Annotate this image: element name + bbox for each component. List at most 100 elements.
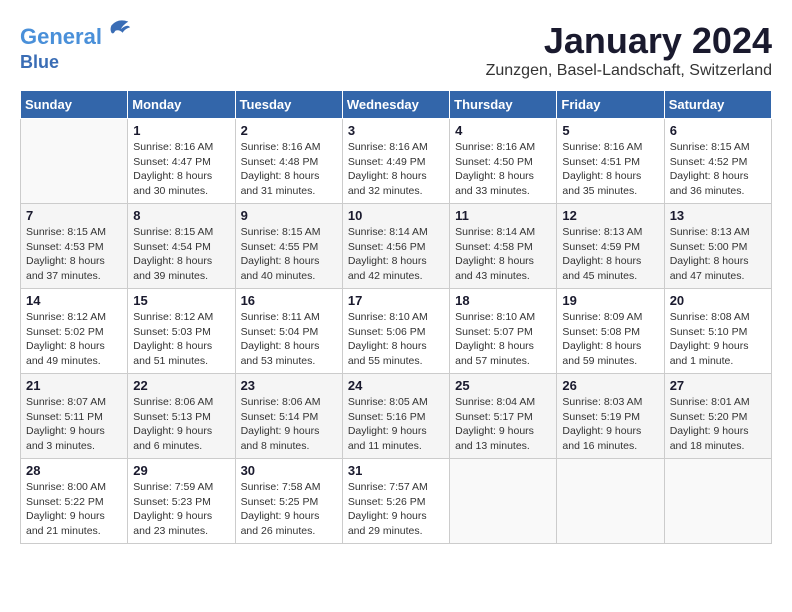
day-info: Sunrise: 8:06 AM Sunset: 5:14 PM Dayligh… bbox=[241, 395, 337, 454]
day-number: 30 bbox=[241, 463, 337, 478]
header-cell-friday: Friday bbox=[557, 91, 664, 119]
header-cell-monday: Monday bbox=[128, 91, 235, 119]
header-cell-sunday: Sunday bbox=[21, 91, 128, 119]
day-info: Sunrise: 8:01 AM Sunset: 5:20 PM Dayligh… bbox=[670, 395, 766, 454]
day-number: 26 bbox=[562, 378, 658, 393]
day-info: Sunrise: 8:09 AM Sunset: 5:08 PM Dayligh… bbox=[562, 310, 658, 369]
day-cell: 7 Sunrise: 8:15 AM Sunset: 4:53 PM Daylig… bbox=[21, 204, 128, 289]
day-number: 19 bbox=[562, 293, 658, 308]
week-row-2: 7 Sunrise: 8:15 AM Sunset: 4:53 PM Daylig… bbox=[21, 204, 772, 289]
day-number: 22 bbox=[133, 378, 229, 393]
day-cell: 13Sunrise: 8:13 AM Sunset: 5:00 PM Dayli… bbox=[664, 204, 771, 289]
day-cell: 17 Sunrise: 8:10 AM Sunset: 5:06 PM Dayli… bbox=[342, 289, 449, 374]
day-number: 31 bbox=[348, 463, 444, 478]
day-cell: 9Sunrise: 8:15 AM Sunset: 4:55 PM Daylig… bbox=[235, 204, 342, 289]
day-cell bbox=[664, 459, 771, 544]
day-info: Sunrise: 8:03 AM Sunset: 5:19 PM Dayligh… bbox=[562, 395, 658, 454]
day-number: 1 bbox=[133, 123, 229, 138]
day-number: 5 bbox=[562, 123, 658, 138]
calendar-body: 1 Sunrise: 8:16 AM Sunset: 4:47 PM Daylig… bbox=[21, 119, 772, 544]
day-info: Sunrise: 8:15 AM Sunset: 4:52 PM Dayligh… bbox=[670, 140, 766, 199]
day-cell: 14 Sunrise: 8:12 AM Sunset: 5:02 PM Dayli… bbox=[21, 289, 128, 374]
day-info: Sunrise: 8:10 AM Sunset: 5:06 PM Dayligh… bbox=[348, 310, 444, 369]
day-info: Sunrise: 8:15 AM Sunset: 4:54 PM Dayligh… bbox=[133, 225, 229, 284]
day-cell: 25 Sunrise: 8:04 AM Sunset: 5:17 PM Dayli… bbox=[450, 374, 557, 459]
day-number: 17 bbox=[348, 293, 444, 308]
day-info: Sunrise: 8:08 AM Sunset: 5:10 PM Dayligh… bbox=[670, 310, 766, 369]
calendar-header: SundayMondayTuesdayWednesdayThursdayFrid… bbox=[21, 91, 772, 119]
day-number: 25 bbox=[455, 378, 551, 393]
day-number: 21 bbox=[26, 378, 122, 393]
day-info: Sunrise: 8:04 AM Sunset: 5:17 PM Dayligh… bbox=[455, 395, 551, 454]
day-info: Sunrise: 7:59 AM Sunset: 5:23 PM Dayligh… bbox=[133, 480, 229, 539]
day-cell: 12Sunrise: 8:13 AM Sunset: 4:59 PM Dayli… bbox=[557, 204, 664, 289]
day-number: 20 bbox=[670, 293, 766, 308]
day-number: 18 bbox=[455, 293, 551, 308]
day-info: Sunrise: 8:12 AM Sunset: 5:02 PM Dayligh… bbox=[26, 310, 122, 369]
logo-text: General Blue bbox=[20, 20, 132, 73]
day-info: Sunrise: 8:15 AM Sunset: 4:55 PM Dayligh… bbox=[241, 225, 337, 284]
day-info: Sunrise: 8:11 AM Sunset: 5:04 PM Dayligh… bbox=[241, 310, 337, 369]
day-info: Sunrise: 8:16 AM Sunset: 4:49 PM Dayligh… bbox=[348, 140, 444, 199]
header-cell-thursday: Thursday bbox=[450, 91, 557, 119]
bird-icon bbox=[104, 16, 132, 44]
day-info: Sunrise: 7:57 AM Sunset: 5:26 PM Dayligh… bbox=[348, 480, 444, 539]
day-number: 11 bbox=[455, 208, 551, 223]
day-number: 8 bbox=[133, 208, 229, 223]
day-info: Sunrise: 7:58 AM Sunset: 5:25 PM Dayligh… bbox=[241, 480, 337, 539]
day-cell: 16 Sunrise: 8:11 AM Sunset: 5:04 PM Dayli… bbox=[235, 289, 342, 374]
day-cell: 3 Sunrise: 8:16 AM Sunset: 4:49 PM Daylig… bbox=[342, 119, 449, 204]
day-number: 28 bbox=[26, 463, 122, 478]
day-cell bbox=[557, 459, 664, 544]
day-info: Sunrise: 8:13 AM Sunset: 4:59 PM Dayligh… bbox=[562, 225, 658, 284]
header-cell-wednesday: Wednesday bbox=[342, 91, 449, 119]
day-number: 29 bbox=[133, 463, 229, 478]
day-info: Sunrise: 8:16 AM Sunset: 4:50 PM Dayligh… bbox=[455, 140, 551, 199]
day-number: 3 bbox=[348, 123, 444, 138]
day-info: Sunrise: 8:16 AM Sunset: 4:51 PM Dayligh… bbox=[562, 140, 658, 199]
day-info: Sunrise: 8:05 AM Sunset: 5:16 PM Dayligh… bbox=[348, 395, 444, 454]
day-cell: 18Sunrise: 8:10 AM Sunset: 5:07 PM Dayli… bbox=[450, 289, 557, 374]
week-row-3: 14 Sunrise: 8:12 AM Sunset: 5:02 PM Dayli… bbox=[21, 289, 772, 374]
day-cell: 15 Sunrise: 8:12 AM Sunset: 5:03 PM Dayli… bbox=[128, 289, 235, 374]
day-cell: 22 Sunrise: 8:06 AM Sunset: 5:13 PM Dayli… bbox=[128, 374, 235, 459]
day-number: 15 bbox=[133, 293, 229, 308]
day-number: 24 bbox=[348, 378, 444, 393]
day-number: 14 bbox=[26, 293, 122, 308]
day-info: Sunrise: 8:14 AM Sunset: 4:56 PM Dayligh… bbox=[348, 225, 444, 284]
page-header: General Blue January 2024 Zunzgen, Basel… bbox=[20, 20, 772, 80]
day-number: 4 bbox=[455, 123, 551, 138]
day-cell: 29 Sunrise: 7:59 AM Sunset: 5:23 PM Dayli… bbox=[128, 459, 235, 544]
day-cell bbox=[450, 459, 557, 544]
day-cell: 31 Sunrise: 7:57 AM Sunset: 5:26 PM Dayli… bbox=[342, 459, 449, 544]
day-cell: 28 Sunrise: 8:00 AM Sunset: 5:22 PM Dayli… bbox=[21, 459, 128, 544]
day-info: Sunrise: 8:00 AM Sunset: 5:22 PM Dayligh… bbox=[26, 480, 122, 539]
week-row-5: 28 Sunrise: 8:00 AM Sunset: 5:22 PM Dayli… bbox=[21, 459, 772, 544]
day-cell: 11Sunrise: 8:14 AM Sunset: 4:58 PM Dayli… bbox=[450, 204, 557, 289]
day-cell: 19 Sunrise: 8:09 AM Sunset: 5:08 PM Dayli… bbox=[557, 289, 664, 374]
calendar-table: SundayMondayTuesdayWednesdayThursdayFrid… bbox=[20, 90, 772, 544]
day-cell: 1 Sunrise: 8:16 AM Sunset: 4:47 PM Daylig… bbox=[128, 119, 235, 204]
day-number: 27 bbox=[670, 378, 766, 393]
week-row-4: 21Sunrise: 8:07 AM Sunset: 5:11 PM Dayli… bbox=[21, 374, 772, 459]
day-cell: 2Sunrise: 8:16 AM Sunset: 4:48 PM Daylig… bbox=[235, 119, 342, 204]
day-number: 6 bbox=[670, 123, 766, 138]
title-section: January 2024 Zunzgen, Basel-Landschaft, … bbox=[486, 20, 772, 80]
day-info: Sunrise: 8:06 AM Sunset: 5:13 PM Dayligh… bbox=[133, 395, 229, 454]
day-cell: 24 Sunrise: 8:05 AM Sunset: 5:16 PM Dayli… bbox=[342, 374, 449, 459]
day-number: 7 bbox=[26, 208, 122, 223]
day-cell: 5 Sunrise: 8:16 AM Sunset: 4:51 PM Daylig… bbox=[557, 119, 664, 204]
header-cell-saturday: Saturday bbox=[664, 91, 771, 119]
day-cell: 6 Sunrise: 8:15 AM Sunset: 4:52 PM Daylig… bbox=[664, 119, 771, 204]
day-cell: 30 Sunrise: 7:58 AM Sunset: 5:25 PM Dayli… bbox=[235, 459, 342, 544]
day-number: 2 bbox=[241, 123, 337, 138]
day-number: 16 bbox=[241, 293, 337, 308]
day-cell: 23 Sunrise: 8:06 AM Sunset: 5:14 PM Dayli… bbox=[235, 374, 342, 459]
day-number: 23 bbox=[241, 378, 337, 393]
day-info: Sunrise: 8:16 AM Sunset: 4:47 PM Dayligh… bbox=[133, 140, 229, 199]
day-info: Sunrise: 8:12 AM Sunset: 5:03 PM Dayligh… bbox=[133, 310, 229, 369]
day-info: Sunrise: 8:15 AM Sunset: 4:53 PM Dayligh… bbox=[26, 225, 122, 284]
week-row-1: 1 Sunrise: 8:16 AM Sunset: 4:47 PM Daylig… bbox=[21, 119, 772, 204]
day-cell bbox=[21, 119, 128, 204]
day-cell: 27 Sunrise: 8:01 AM Sunset: 5:20 PM Dayli… bbox=[664, 374, 771, 459]
